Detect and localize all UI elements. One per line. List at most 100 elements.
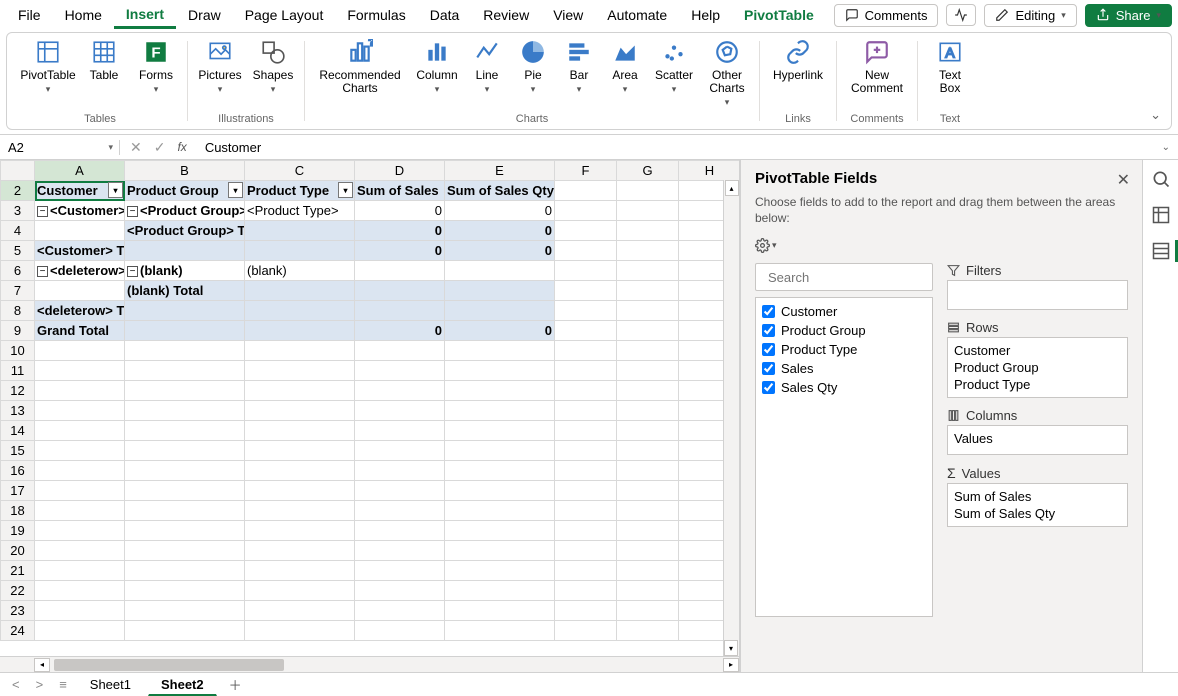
collapse-icon[interactable]: −: [127, 266, 138, 277]
cell-C2[interactable]: Product Type▾: [245, 181, 355, 201]
cell-C6[interactable]: (blank): [245, 261, 355, 281]
add-sheet-button[interactable]: ＋: [221, 675, 250, 694]
tab-draw[interactable]: Draw: [176, 3, 233, 27]
row-4[interactable]: 4 <Product Group> Total 0 0: [1, 221, 741, 241]
cell-A6[interactable]: −<deleterow>: [35, 261, 125, 281]
cell-E4[interactable]: 0: [445, 221, 555, 241]
filter-dropdown-product-type[interactable]: ▾: [338, 182, 353, 198]
cell-D9[interactable]: 0: [355, 321, 445, 341]
field-sales-qty[interactable]: Sales Qty: [762, 378, 926, 397]
sheet-all-button[interactable]: ≡: [53, 677, 73, 692]
rows-item-customer[interactable]: Customer: [954, 342, 1121, 359]
cell-D5[interactable]: 0: [355, 241, 445, 261]
tab-formulas[interactable]: Formulas: [335, 3, 417, 27]
field-list[interactable]: Customer Product Group Product Type Sale…: [755, 297, 933, 617]
comments-button[interactable]: Comments: [834, 4, 939, 27]
col-header-A[interactable]: A: [35, 161, 125, 181]
forms-button[interactable]: F Forms▾: [135, 37, 177, 95]
new-comment-button[interactable]: New Comment: [847, 37, 907, 95]
tab-automate[interactable]: Automate: [595, 3, 679, 27]
cell-B3[interactable]: −<Product Group>: [125, 201, 245, 221]
collapse-icon[interactable]: −: [37, 206, 48, 217]
field-customer[interactable]: Customer: [762, 302, 926, 321]
row-9[interactable]: 9 Grand Total 0 0: [1, 321, 741, 341]
cell-E5[interactable]: 0: [445, 241, 555, 261]
area-chart-button[interactable]: Area▾: [607, 37, 643, 95]
rows-item-product-group[interactable]: Product Group: [954, 359, 1121, 376]
column-chart-button[interactable]: Column▾: [415, 37, 459, 95]
tab-page-layout[interactable]: Page Layout: [233, 3, 336, 27]
close-panel-button[interactable]: ✕: [1117, 170, 1130, 190]
cell-A2[interactable]: Customer▾: [35, 181, 125, 201]
row-3[interactable]: 3 −<Customer> −<Product Group> <Product …: [1, 201, 741, 221]
cell-D3[interactable]: 0: [355, 201, 445, 221]
tab-insert[interactable]: Insert: [114, 2, 176, 29]
row-8[interactable]: 8 <deleterow> Total: [1, 301, 741, 321]
columns-dropzone[interactable]: Values: [947, 425, 1128, 455]
columns-item-values[interactable]: Values: [954, 430, 1121, 447]
tab-review[interactable]: Review: [471, 3, 541, 27]
rail-search-button[interactable]: [1150, 168, 1172, 190]
text-box-button[interactable]: A Text Box: [928, 37, 972, 95]
pie-chart-button[interactable]: Pie▾: [515, 37, 551, 95]
editing-mode-button[interactable]: Editing ▾: [984, 4, 1076, 27]
sheet-tab-sheet2[interactable]: Sheet2: [148, 674, 217, 696]
formula-expand-button[interactable]: ⌄: [1162, 142, 1170, 153]
tab-pivottable[interactable]: PivotTable: [732, 3, 826, 27]
tab-data[interactable]: Data: [418, 3, 472, 27]
ribbon-collapse-button[interactable]: ⌄: [1150, 107, 1161, 123]
cell-B2[interactable]: Product Group▾: [125, 181, 245, 201]
col-header-H[interactable]: H: [679, 161, 741, 181]
cell-D2[interactable]: Sum of Sales: [355, 181, 445, 201]
cell-A9[interactable]: Grand Total: [35, 321, 125, 341]
col-header-C[interactable]: C: [245, 161, 355, 181]
col-header-D[interactable]: D: [355, 161, 445, 181]
cell-E9[interactable]: 0: [445, 321, 555, 341]
tab-home[interactable]: Home: [53, 3, 114, 27]
panel-settings-button[interactable]: ▾: [755, 238, 777, 253]
hyperlink-button[interactable]: Hyperlink: [770, 37, 826, 82]
accept-formula-icon[interactable]: ✓: [154, 139, 166, 156]
cell-E3[interactable]: 0: [445, 201, 555, 221]
field-search-box[interactable]: [755, 263, 933, 291]
col-header-B[interactable]: B: [125, 161, 245, 181]
tab-view[interactable]: View: [541, 3, 595, 27]
values-dropzone[interactable]: Sum of Sales Sum of Sales Qty: [947, 483, 1128, 527]
row-6[interactable]: 6 −<deleterow> −(blank) (blank): [1, 261, 741, 281]
spreadsheet-grid[interactable]: A B C D E F G H 2 Customer▾ Product Grou…: [0, 160, 740, 672]
cancel-formula-icon[interactable]: ✕: [130, 139, 142, 156]
rail-fields-button[interactable]: [1150, 240, 1172, 262]
select-all-corner[interactable]: [1, 161, 35, 181]
collapse-icon[interactable]: −: [127, 206, 138, 217]
vertical-scrollbar[interactable]: ▴▾: [723, 180, 739, 656]
shapes-button[interactable]: Shapes▾: [252, 37, 294, 95]
cell-E2[interactable]: Sum of Sales Qty: [445, 181, 555, 201]
pivottable-button[interactable]: PivotTable▾: [23, 37, 73, 95]
cell-C3[interactable]: <Product Type>: [245, 201, 355, 221]
formula-input[interactable]: Customer: [197, 140, 1162, 155]
rows-dropzone[interactable]: Customer Product Group Product Type: [947, 337, 1128, 398]
sheet-prev-button[interactable]: <: [6, 677, 26, 692]
other-charts-button[interactable]: Other Charts▾: [705, 37, 749, 108]
cell-B7[interactable]: (blank) Total: [125, 281, 245, 301]
filter-dropdown-product-group[interactable]: ▾: [228, 182, 243, 198]
values-item-sum-sales-qty[interactable]: Sum of Sales Qty: [954, 505, 1121, 522]
row-2[interactable]: 2 Customer▾ Product Group▾ Product Type▾…: [1, 181, 741, 201]
cell-A5[interactable]: <Customer> Total: [35, 241, 125, 261]
share-button[interactable]: Share ▾: [1085, 4, 1172, 27]
sheet-tab-sheet1[interactable]: Sheet1: [77, 674, 144, 695]
row-5[interactable]: 5 <Customer> Total 0 0: [1, 241, 741, 261]
col-header-E[interactable]: E: [445, 161, 555, 181]
pictures-button[interactable]: Pictures▾: [198, 37, 242, 95]
filter-dropdown-customer[interactable]: ▾: [108, 182, 123, 198]
horizontal-scrollbar[interactable]: ◂▸: [0, 656, 739, 672]
sheet-next-button[interactable]: >: [30, 677, 50, 692]
field-product-type[interactable]: Product Type: [762, 340, 926, 359]
tab-file[interactable]: File: [6, 3, 53, 27]
filters-dropzone[interactable]: [947, 280, 1128, 310]
cell-D4[interactable]: 0: [355, 221, 445, 241]
tab-help[interactable]: Help: [679, 3, 732, 27]
bar-chart-button[interactable]: Bar▾: [561, 37, 597, 95]
search-input[interactable]: [768, 270, 944, 285]
rail-pivot-button[interactable]: [1150, 204, 1172, 226]
